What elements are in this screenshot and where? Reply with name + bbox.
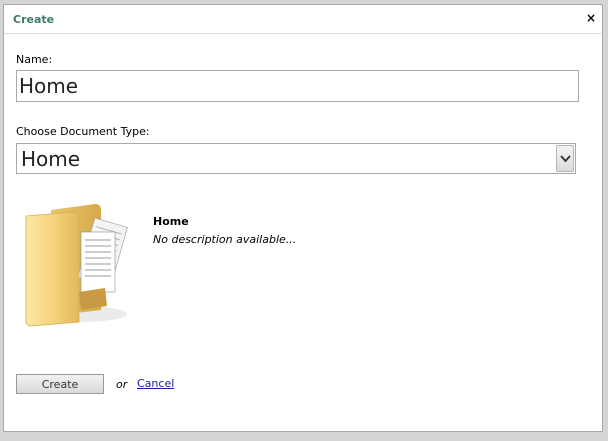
folder-documents-icon <box>25 204 128 327</box>
create-button[interactable]: Create <box>16 374 104 394</box>
document-type-title: Home <box>153 215 189 228</box>
dialog-titlebar: Create × <box>4 5 602 34</box>
create-dialog: Create × Name: Choose Document Type: Hom… <box>3 4 603 432</box>
dropdown-button[interactable] <box>556 145 574 172</box>
close-icon[interactable]: × <box>586 11 596 25</box>
name-input[interactable] <box>16 70 579 102</box>
chevron-down-icon <box>560 155 571 163</box>
document-type-select[interactable]: Home <box>16 143 576 174</box>
document-type-description: No description available... <box>153 233 297 246</box>
name-label: Name: <box>16 53 53 66</box>
or-separator: or <box>116 378 128 391</box>
cancel-link[interactable]: Cancel <box>137 377 174 390</box>
document-type-label: Choose Document Type: <box>16 125 150 138</box>
dialog-title: Create <box>13 13 55 26</box>
document-type-selected-value: Home <box>21 147 81 171</box>
